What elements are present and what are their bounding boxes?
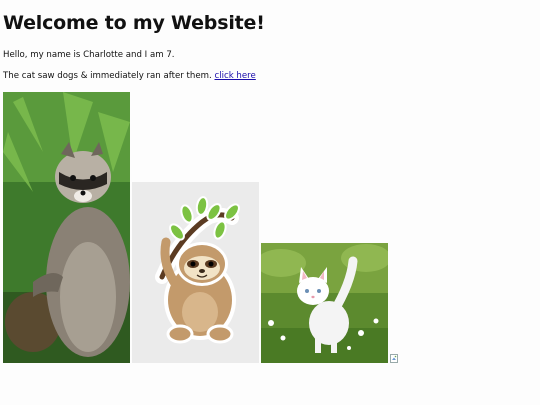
broken-image-icon	[390, 354, 398, 363]
story-paragraph: The cat saw dogs & immediately ran after…	[3, 71, 256, 81]
click-here-link[interactable]: click here	[215, 71, 256, 81]
sloth-image	[132, 182, 259, 363]
kitten-image	[261, 243, 388, 363]
story-text: The cat saw dogs & immediately ran after…	[3, 71, 212, 81]
intro-paragraph: Hello, my name is Charlotte and I am 7.	[3, 50, 175, 60]
page-heading: Welcome to my Website!	[3, 12, 265, 34]
raccoon-image	[3, 92, 130, 363]
